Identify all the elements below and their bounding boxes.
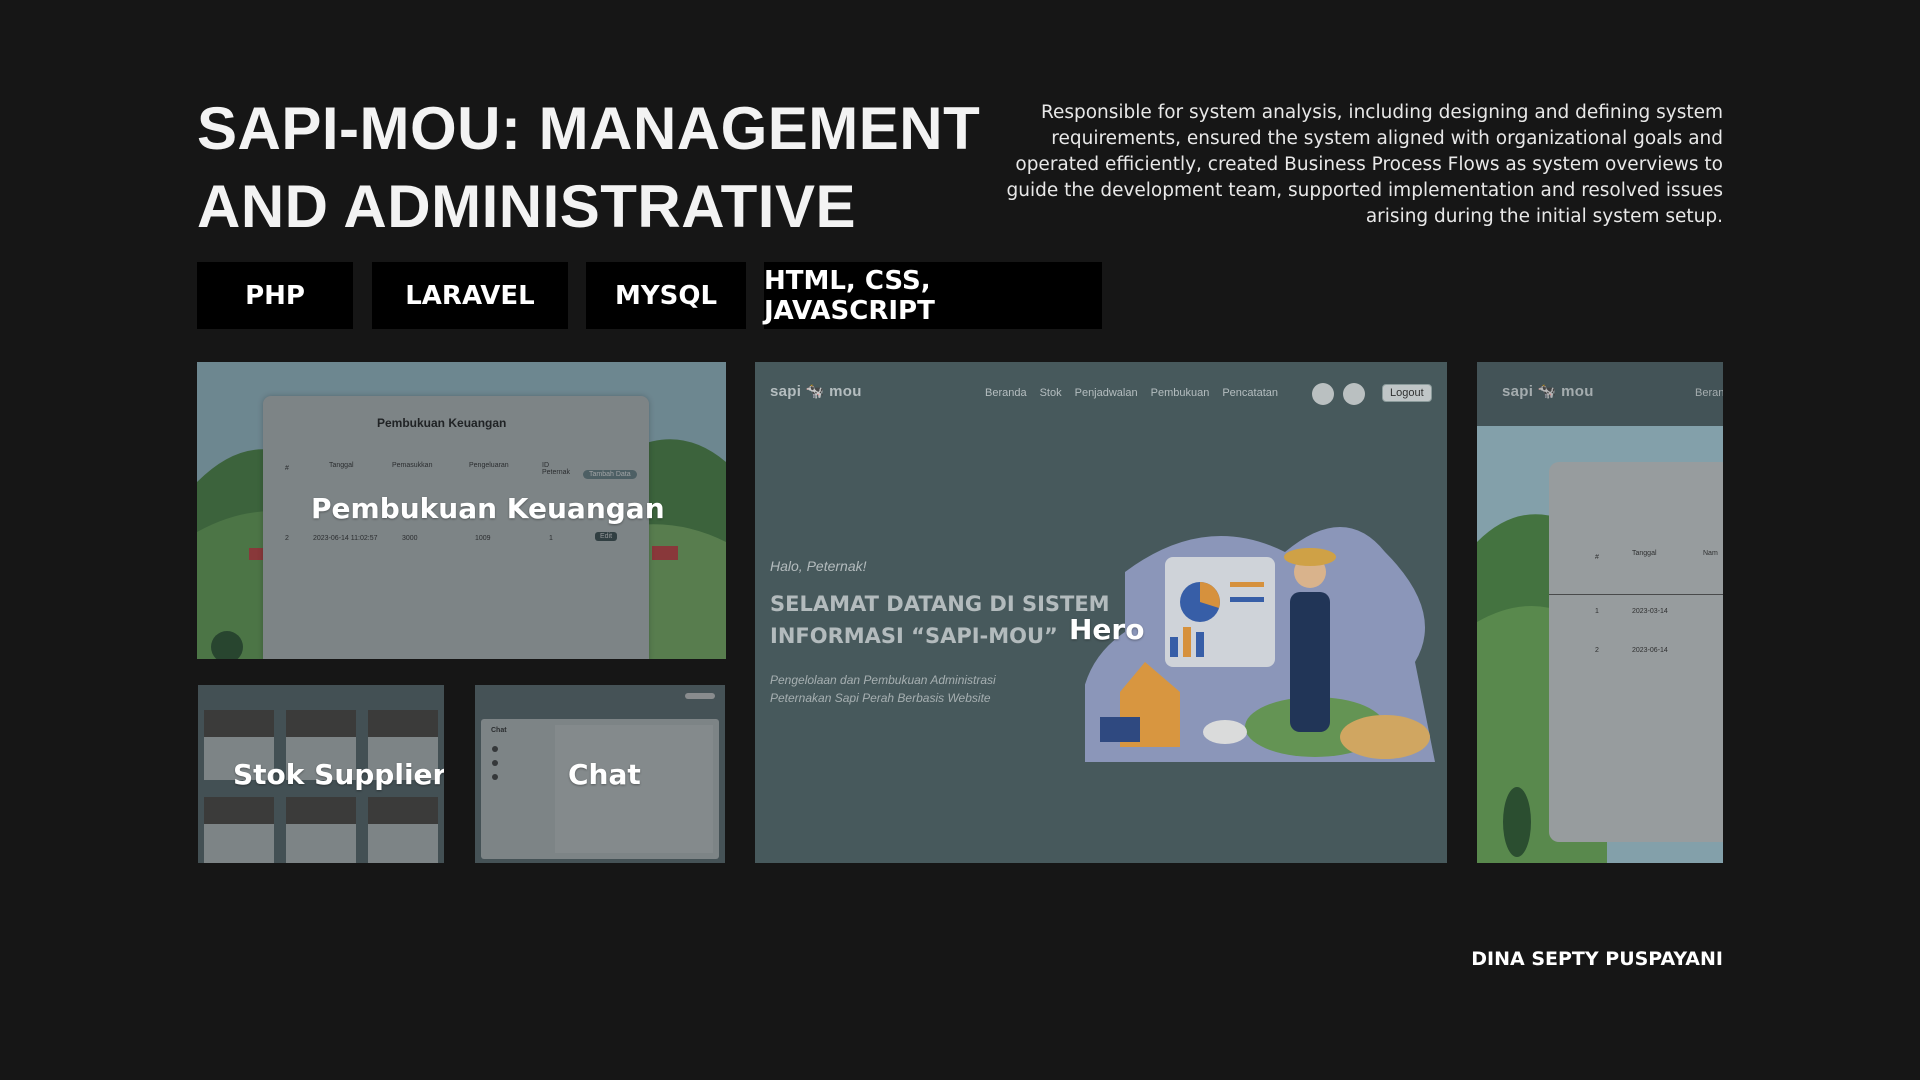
screenshot-chat[interactable]: Chat Chat [475,685,725,863]
screenshot-label-pembukuan: Pembukuan Keuangan [311,492,665,525]
tag-php: PHP [197,262,353,329]
tag-html-css-js: HTML, CSS, JAVASCRIPT [764,262,1102,329]
author-name: DINA SEPTY PUSPAYANI [1471,948,1723,970]
tag-mysql: MYSQL [586,262,746,329]
project-description: Responsible for system analysis, includi… [1006,102,1723,227]
screenshot-label-hero: Hero [1069,613,1145,646]
title-line-1: SAPI-MOU: MANAGEMENT [197,95,981,162]
tag-laravel: LARAVEL [372,262,568,329]
screenshot-stok-supplier[interactable]: Stok Supplier [198,685,444,863]
screenshot-pembukuan[interactable]: Pembukuan Keuangan # Tanggal Pemasukkan … [197,362,726,659]
screenshot-label-chat: Chat [568,758,641,791]
screenshot-right-partial[interactable]: sapi 🐄 mou Beran # Tanggal Nam 1 2023-03… [1477,362,1723,863]
screenshot-label-stok: Stok Supplier [233,758,444,791]
screenshot-hero[interactable]: sapi 🐄 mou Beranda Stok Penjadwalan Pemb… [755,362,1447,863]
screenshot-overlay [1477,362,1723,863]
